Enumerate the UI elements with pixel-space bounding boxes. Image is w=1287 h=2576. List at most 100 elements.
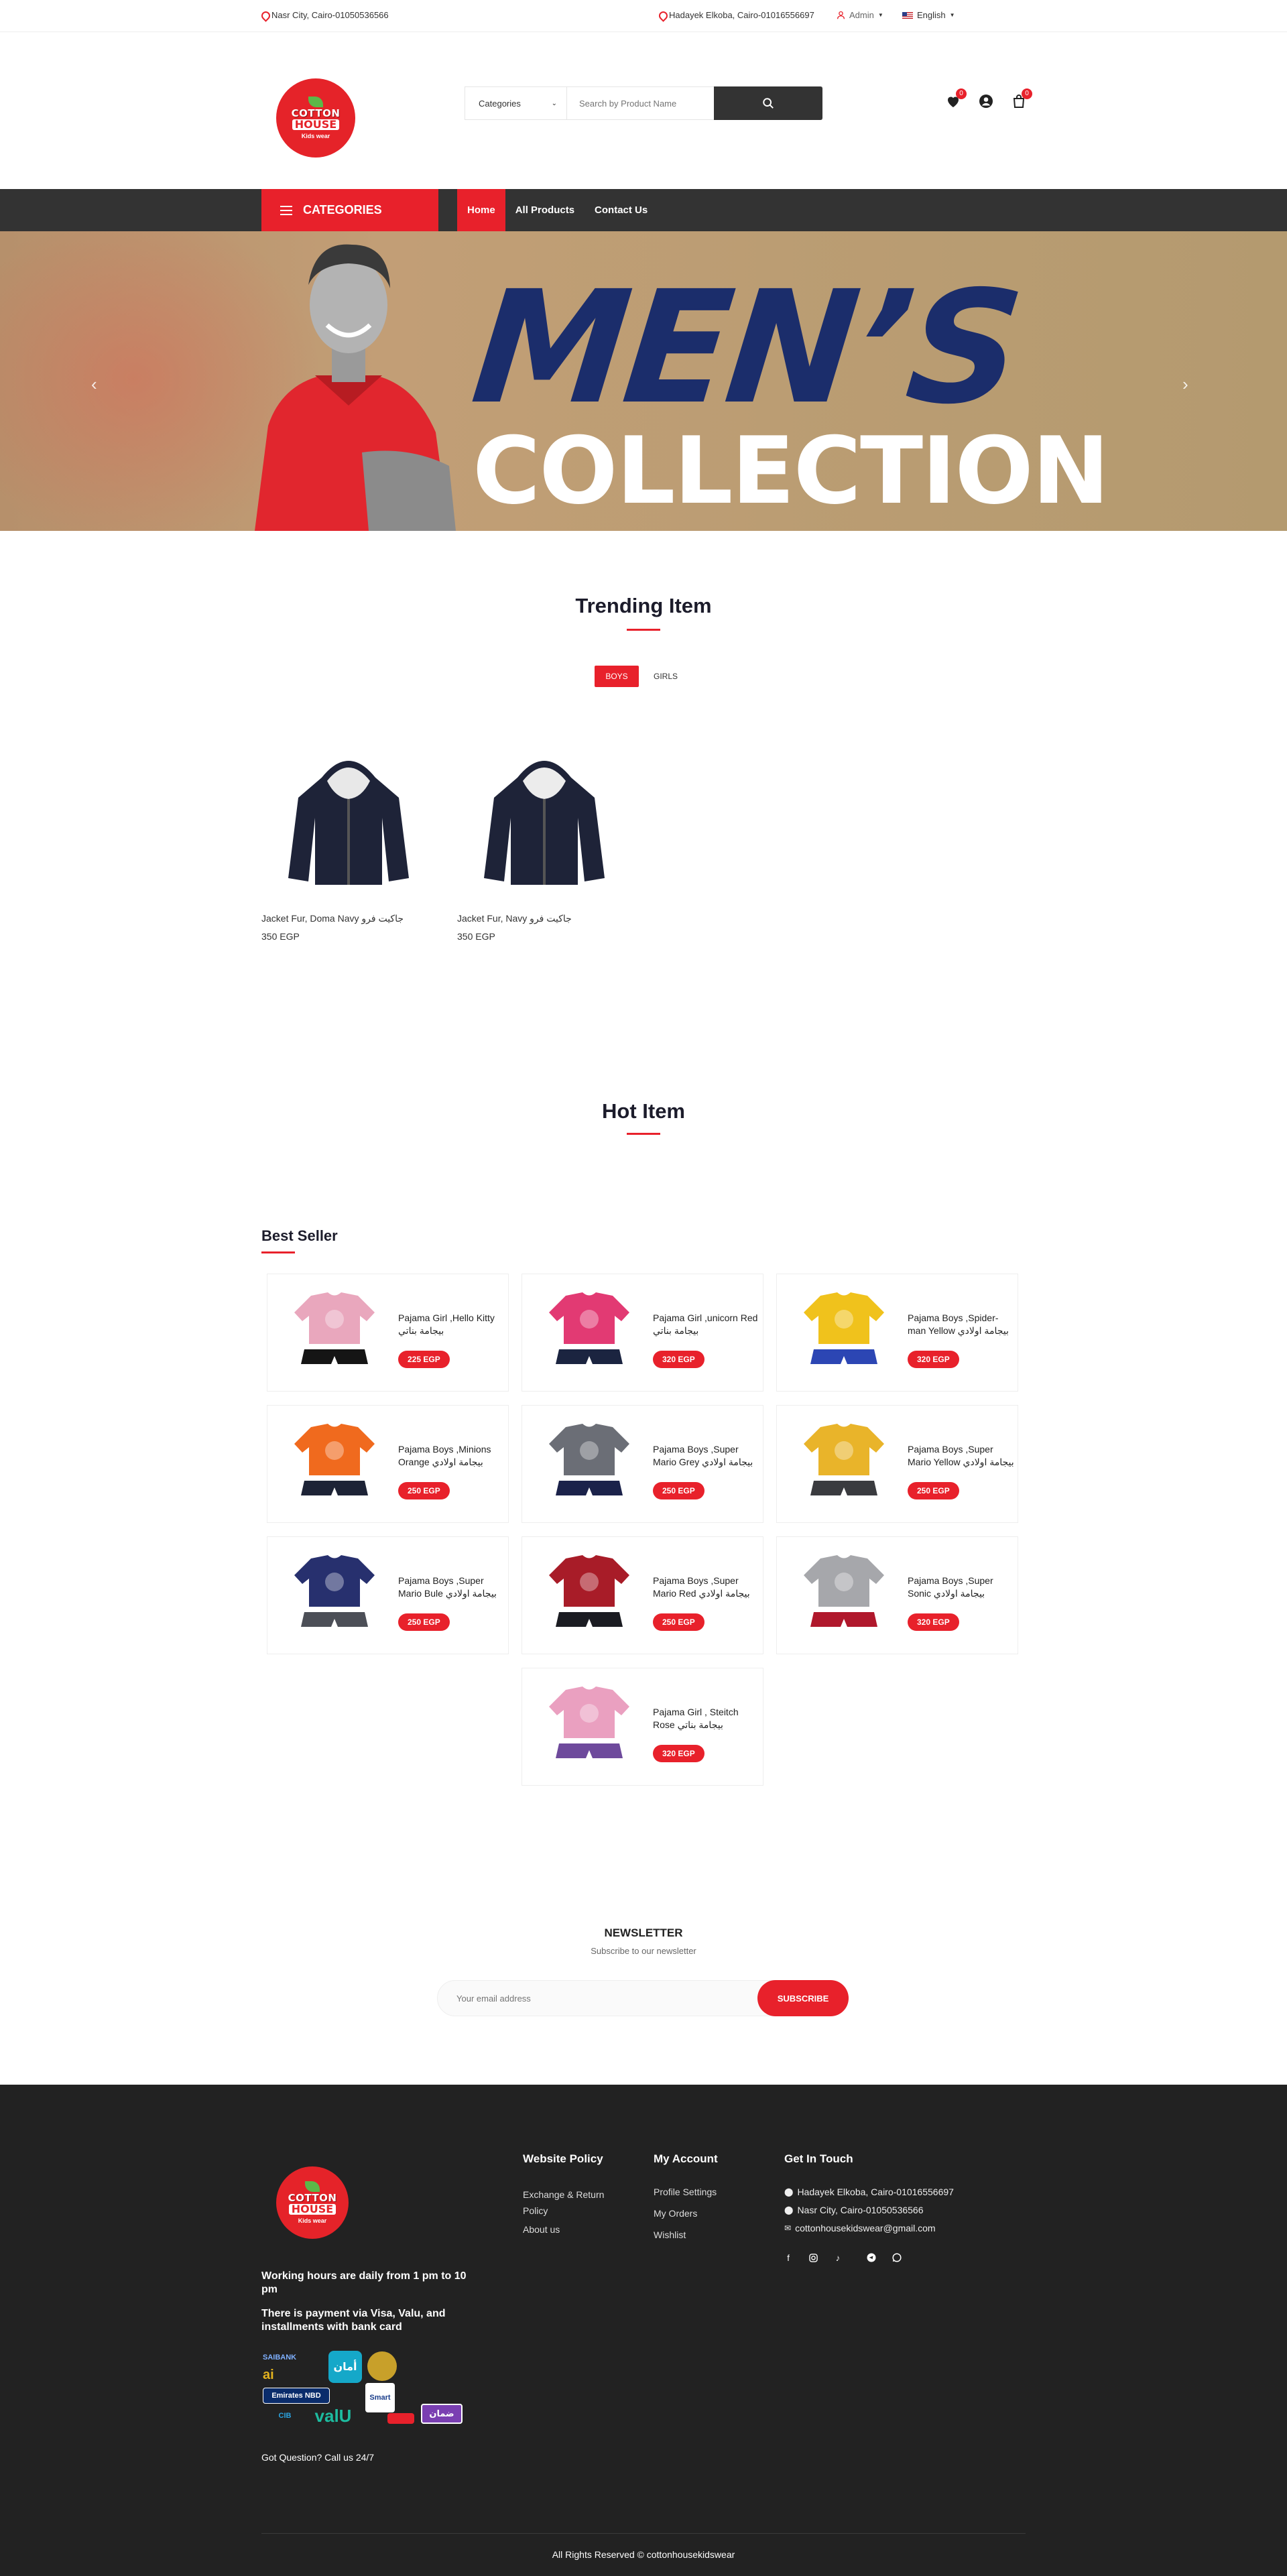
location-pin-icon	[261, 11, 267, 19]
cart-button[interactable]: 0	[1011, 88, 1032, 109]
footer-link-about-us[interactable]: About us	[523, 2224, 560, 2235]
footer-link-profile-settings[interactable]: Profile Settings	[654, 2187, 717, 2197]
location-pin-icon	[659, 11, 665, 19]
jacket-image	[288, 761, 409, 885]
best-seller-name[interactable]: Pajama Boys ,Super Sonic بيجامة اولادي	[908, 1575, 1015, 1600]
tab-boys[interactable]: BOYS	[595, 666, 639, 687]
copyright-text: All Rights Reserved © cottonhousekidswea…	[552, 2549, 735, 2560]
footer-contact-address-2: ⬤ Nasr City, Cairo-01050536566	[784, 2205, 924, 2215]
leaf-icon	[308, 97, 323, 107]
chevron-down-icon: ⌄	[551, 99, 557, 107]
main-nav: CATEGORIES Home All Products Contact Us	[0, 189, 1287, 231]
footer-link-my-orders[interactable]: My Orders	[654, 2208, 697, 2219]
whatsapp-icon[interactable]	[890, 2251, 904, 2264]
top-right-address: Hadayek Elkoba, Cairo-01016556697	[659, 10, 814, 20]
daman-logo: ضمان	[421, 2404, 463, 2424]
slider-next-arrow[interactable]: ›	[1182, 374, 1188, 395]
tiktok-icon[interactable]: ♪	[831, 2251, 845, 2264]
payment-info-text: There is payment via Visa, Valu, and ins…	[261, 2308, 446, 2333]
best-seller-name[interactable]: Pajama Girl , Steitch Rose بيجامة بناتي	[653, 1706, 760, 1731]
wishlist-count: 0	[956, 88, 967, 99]
best-seller-price: 250 EGP	[398, 1482, 450, 1499]
admin-menu[interactable]: Admin ▼	[837, 10, 883, 20]
footer-contact-title: Get In Touch	[784, 2152, 853, 2165]
best-seller-name[interactable]: Pajama Boys ,Super Mario Bule بيجامة اول…	[398, 1575, 505, 1600]
wishlist-button[interactable]: 0	[945, 88, 967, 109]
bank-seal-logo	[367, 2351, 397, 2381]
best-seller-name[interactable]: Pajama Girl ,Hello Kitty بيجامة بناتي	[398, 1312, 505, 1337]
categories-menu-button[interactable]: CATEGORIES	[261, 189, 438, 231]
language-select[interactable]: English ▼	[902, 10, 955, 20]
best-seller-name[interactable]: Pajama Boys ,Super Mario Red بيجامة اولا…	[653, 1575, 760, 1600]
subscribe-button[interactable]: SUBSCRIBE	[757, 1980, 849, 2016]
best-seller-price: 250 EGP	[908, 1482, 959, 1499]
user-icon	[837, 11, 845, 19]
pajama-image	[549, 1292, 629, 1364]
best-seller-price: 225 EGP	[398, 1351, 450, 1368]
best-seller-name[interactable]: Pajama Boys ,Super Mario Grey بيجامة اول…	[653, 1443, 760, 1469]
instagram-icon[interactable]	[806, 2251, 820, 2264]
best-seller-card[interactable]: Pajama Girl ,unicorn Red بيجامة بناتي 320…	[522, 1274, 763, 1392]
best-seller-name[interactable]: Pajama Boys ,Spider-man Yellow بيجامة او…	[908, 1312, 1015, 1337]
slider-prev-arrow[interactable]: ‹	[91, 374, 97, 395]
hot-item-title: Hot Item	[602, 1099, 685, 1123]
caret-down-icon: ▼	[949, 12, 955, 18]
newsletter-email-input[interactable]	[437, 1980, 779, 2016]
site-logo[interactable]: COTTON HOUSE Kids wear	[276, 78, 355, 158]
pajama-image	[294, 1424, 375, 1495]
footer-account-title: My Account	[654, 2152, 718, 2165]
best-seller-card[interactable]: Pajama Girl , Steitch Rose بيجامة بناتي 3…	[522, 1668, 763, 1786]
bank-text-logo	[401, 2356, 461, 2376]
best-seller-name[interactable]: Pajama Boys ,Minions Orange بيجامة اولاد…	[398, 1443, 505, 1469]
newsletter-form: SUBSCRIBE	[437, 1980, 849, 2016]
best-seller-card[interactable]: Pajama Boys ,Spider-man Yellow بيجامة او…	[776, 1274, 1018, 1392]
best-seller-price: 250 EGP	[653, 1482, 704, 1499]
categories-select[interactable]: Categories ⌄	[465, 87, 567, 119]
nav-item-all-products[interactable]: All Products	[505, 189, 585, 231]
best-seller-card[interactable]: Pajama Boys ,Super Mario Red بيجامة اولا…	[522, 1536, 763, 1654]
telegram-icon[interactable]	[865, 2251, 878, 2264]
tab-girls[interactable]: GIRLS	[647, 666, 684, 687]
newsletter-subtitle: Subscribe to our newsletter	[591, 1946, 696, 1956]
best-seller-card[interactable]: Pajama Boys ,Super Mario Grey بيجامة اول…	[522, 1405, 763, 1523]
caret-down-icon: ▼	[877, 12, 883, 18]
best-seller-name[interactable]: Pajama Girl ,unicorn Red بيجامة بناتي	[653, 1312, 760, 1337]
search-button[interactable]	[714, 86, 822, 120]
pajama-image	[294, 1555, 375, 1627]
account-icon	[979, 95, 993, 108]
smart-logo: Smart	[365, 2383, 395, 2412]
footer-contact-email[interactable]: ✉ cottonhousekidswear@gmail.com	[784, 2223, 936, 2233]
cib-logo: CIB	[278, 2412, 292, 2420]
best-seller-card[interactable]: Pajama Boys ,Super Mario Yellow بيجامة ا…	[776, 1405, 1018, 1523]
footer-link-wishlist[interactable]: Wishlist	[654, 2229, 686, 2240]
valu-logo: valU	[314, 2405, 352, 2426]
search-input[interactable]	[567, 87, 714, 119]
search-bar: Categories ⌄	[465, 86, 822, 120]
footer-logo[interactable]: COTTON HOUSE Kids wear	[276, 2166, 349, 2239]
product-card[interactable]: Jacket Fur, Doma Navy جاكيت فرو 350 EGP	[261, 731, 436, 942]
best-seller-price: 320 EGP	[908, 1351, 959, 1368]
account-button[interactable]	[978, 93, 994, 109]
us-flag-icon	[902, 11, 913, 19]
site-header: COTTON HOUSE Kids wear Categories ⌄ 0 0	[0, 33, 1287, 189]
nav-item-home[interactable]: Home	[457, 189, 505, 231]
footer-link-exchange-policy[interactable]: Exchange & Return Policy	[523, 2187, 623, 2219]
pajama-image	[549, 1424, 629, 1495]
best-seller-card[interactable]: Pajama Girl ,Hello Kitty بيجامة بناتي 225…	[267, 1274, 509, 1392]
ai-logo: ai	[263, 2367, 274, 2382]
product-image[interactable]	[261, 731, 436, 905]
product-image[interactable]	[457, 731, 631, 905]
nav-item-contact-us[interactable]: Contact Us	[585, 189, 658, 231]
best-seller-card[interactable]: Pajama Boys ,Minions Orange بيجامة اولاد…	[267, 1405, 509, 1523]
map-marker-icon: ⬤	[784, 2187, 794, 2197]
best-seller-card[interactable]: Pajama Boys ,Super Sonic بيجامة اولادي 32…	[776, 1536, 1018, 1654]
product-card[interactable]: Jacket Fur, Navy جاكيت فرو 350 EGP	[457, 731, 631, 942]
emirates-nbd-logo: Emirates NBD	[263, 2388, 330, 2404]
best-seller-price: 320 EGP	[908, 1613, 959, 1631]
facebook-icon[interactable]: f	[782, 2251, 795, 2264]
best-seller-title: Best Seller	[261, 1227, 338, 1244]
best-seller-card[interactable]: Pajama Boys ,Super Mario Bule بيجامة اول…	[267, 1536, 509, 1654]
hero-slider: MEN’S COLLECTION ‹ ›	[0, 231, 1287, 531]
working-hours-text: Working hours are daily from 1 pm to 10 …	[261, 2270, 467, 2295]
best-seller-name[interactable]: Pajama Boys ,Super Mario Yellow بيجامة ا…	[908, 1443, 1015, 1469]
